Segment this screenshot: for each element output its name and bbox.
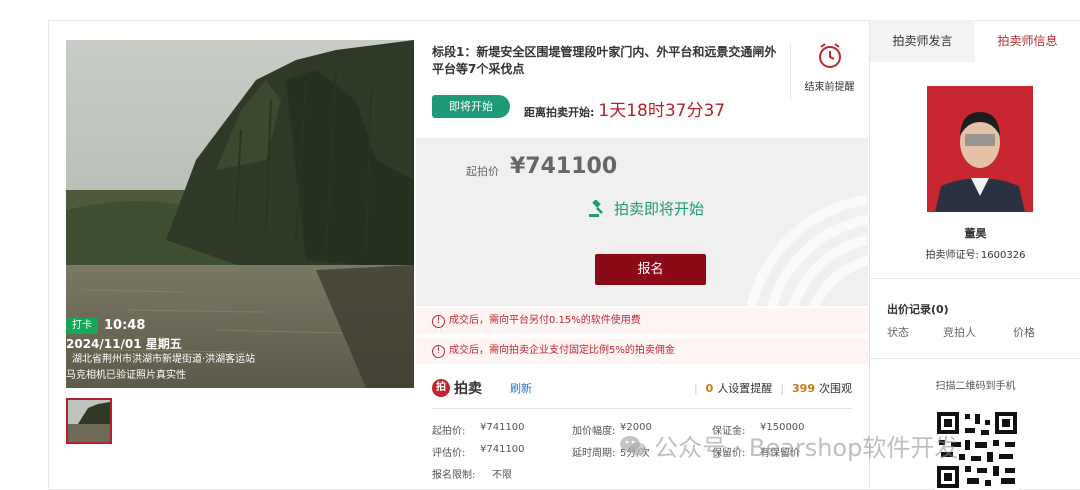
status-badge: 即将开始 [432,95,510,118]
auction-coming-text: 拍卖即将开始 [614,200,705,218]
paimai-logo-icon: 拍 [432,379,450,397]
wechat-icon [620,435,646,455]
info-icon: ! [432,344,445,358]
divider [870,278,1080,279]
punch-badge: 打卡 [66,318,98,334]
photo-location: 湖北省荆州市洪湖市新堤街道·洪湖客运站 [72,354,256,365]
detail-key: 评估价: [432,447,466,459]
start-price: ¥741100 [510,154,618,179]
photo-time: 10:48 [104,318,146,333]
gavel-icon [589,199,603,217]
fee-notice: ! 成交后，需向平台另付0.15%的软件使用费 [416,308,868,334]
bids-columns: 状态 竞拍人 价格 [887,324,1067,340]
fee-notice-text: 成交后，需向平台另付0.15%的软件使用费 [449,315,641,326]
auctioneer-name: 董昊 [964,227,987,240]
detail-key: 报名限制: [432,469,476,481]
auction-coming: 拍卖即将开始 [588,198,704,219]
end-reminder-label: 结束前提醒 [804,82,855,93]
divider [432,408,852,409]
detail-key: 延时周期: [572,447,616,459]
refresh-link[interactable]: 刷新 [510,380,532,396]
cert-number: 1600326 [980,250,1026,261]
watermark: 公众号 · Bearshop软件开发 [618,428,958,463]
reminders-count: 0 [705,381,714,395]
qr-label: 扫描二维码到手机 [935,381,1016,392]
bids-col-status: 状态 [887,326,909,339]
info-icon: ! [432,314,445,328]
detail-key: 起拍价: [432,425,466,437]
decorative-arcs [746,194,868,306]
countdown: 距离拍卖开始: 1天18时37分37 [524,96,725,121]
reminders-label: 人设置提醒 [717,382,773,395]
bids-title: 出价记录(0) [887,303,949,316]
detail-value: ¥741100 [480,443,525,455]
auctioneer-avatar [927,86,1033,212]
auctioneer-panel: 拍卖师发言 拍卖师信息 董昊 拍卖师证号: 1600326 出价记录(0) 状态 … [869,20,1080,490]
paimai-logo: 拍 拍卖 [432,378,482,398]
photo-verify: 马克相机已验证照片真实性 [66,370,186,381]
tab-auctioneer-info[interactable]: 拍卖师信息 [975,20,1080,62]
meta-row: 拍 拍卖 刷新 | 0 人设置提醒 | 399 次围观 [432,377,852,399]
details-row: 报名限制: 不限 [432,462,852,484]
bids-col-price: 价格 [1013,326,1035,339]
commission-notice-text: 成交后，需向拍卖企业支付固定比例5%的拍卖佣金 [449,345,675,356]
paimai-logo-text: 拍卖 [454,381,482,397]
divider [870,358,1080,359]
countdown-value: 1天18时37分37 [598,101,726,121]
commission-notice: ! 成交后，需向拍卖企业支付固定比例5%的拍卖佣金 [416,338,868,364]
views-count: 399 [792,381,815,395]
detail-value: 不限 [492,469,512,481]
alarm-clock-icon [818,43,841,68]
auctioneer-cert: 拍卖师证号: 1600326 [870,246,1080,261]
price-panel: 起拍价 ¥741100 拍卖即将开始 报名 [416,138,868,306]
views-label: 次围观 [819,382,852,395]
photo-stamp: 打卡 10:48 2024/11/01 星期五 湖北省荆州市洪湖市新堤街道·洪湖… [66,318,316,383]
photo-thumbnail[interactable] [66,398,112,444]
countdown-label: 距离拍卖开始: [524,106,595,119]
photo-date: 2024/11/01 星期五 [66,337,182,351]
tab-auctioneer-speech[interactable]: 拍卖师发言 [870,20,975,62]
watermark-text: 公众号 · Bearshop软件开发 [654,434,959,462]
end-reminder[interactable]: 结束前提醒 [790,42,868,100]
bids-col-bidder: 竞拍人 [943,326,976,339]
detail-value: ¥741100 [480,421,525,433]
auctioneer-tabs: 拍卖师发言 拍卖师信息 [870,20,1080,62]
stats: | 0 人设置提醒 | 399 次围观 [693,381,852,396]
start-price-label: 起拍价 [466,165,499,178]
listing-title: 标段1：新堤安全区围堤管理段叶家门内、外平台和远景交通闸外平台等7个采伐点 [432,45,777,76]
signup-button[interactable]: 报名 [595,254,706,285]
detail-key: 加价幅度: [572,425,616,437]
cert-label: 拍卖师证号: [925,250,979,261]
